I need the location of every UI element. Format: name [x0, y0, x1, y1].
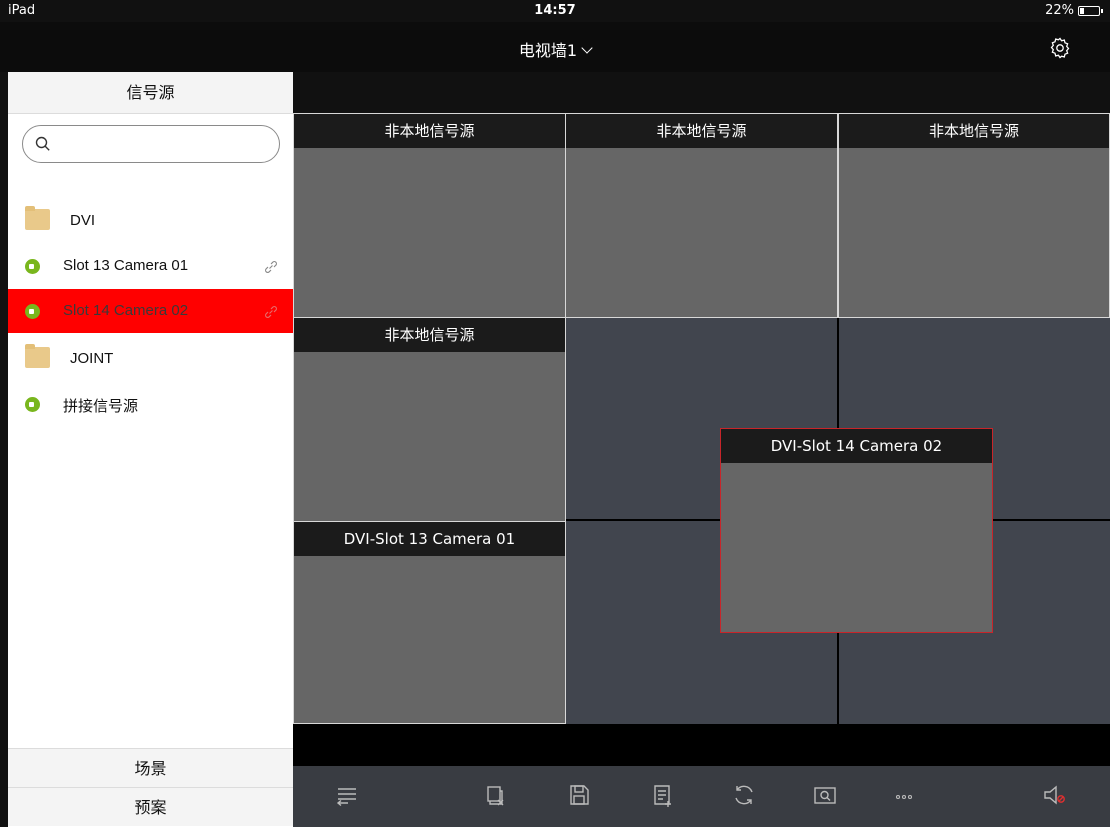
more-icon[interactable]	[890, 781, 918, 809]
bottom-toolbar	[293, 766, 1110, 827]
window-title: DVI-Slot 14 Camera 02	[721, 429, 992, 463]
tab-plans[interactable]: 预案	[8, 787, 293, 826]
camera-label: 拼接信号源	[63, 398, 139, 415]
wall-window[interactable]: 非本地信号源	[565, 113, 838, 318]
folder-label: DVI	[70, 212, 96, 229]
bottom-tabs: 场景 预案	[8, 748, 293, 826]
wall-window-active[interactable]: DVI-Slot 14 Camera 02	[720, 428, 993, 633]
camera-icon	[25, 259, 40, 274]
window-title: 非本地信号源	[294, 318, 565, 352]
camera-icon	[25, 304, 40, 319]
wall-selector[interactable]: 电视墙1	[0, 37, 1110, 61]
camera-joint-source[interactable]: 拼接信号源	[8, 382, 293, 426]
search-box[interactable]	[22, 125, 280, 163]
camera-label: Slot 14 Camera 02	[63, 302, 189, 319]
clock: 14:57	[534, 3, 576, 18]
wall-footer-band	[293, 724, 1110, 766]
wall-window[interactable]: DVI-Slot 13 Camera 01	[293, 521, 566, 724]
wall-window[interactable]: 非本地信号源	[293, 317, 566, 522]
folder-label: JOINT	[70, 350, 114, 367]
folder-joint[interactable]: JOINT	[8, 337, 293, 381]
save-icon[interactable]	[565, 781, 593, 809]
battery-icon	[1078, 5, 1103, 16]
tab-scenes[interactable]: 场景	[8, 748, 293, 787]
status-indicators: 22%	[1045, 3, 1103, 18]
add-plan-icon[interactable]	[648, 781, 676, 809]
status-bar: iPad 14:57 22%	[0, 0, 1110, 22]
chevron-down-icon	[581, 42, 593, 54]
folder-icon	[25, 206, 50, 230]
window-title: DVI-Slot 13 Camera 01	[294, 522, 565, 556]
search-icon	[35, 136, 50, 151]
window-title: 非本地信号源	[566, 114, 837, 148]
folder-dvi[interactable]: DVI	[8, 199, 293, 243]
nav-bar: 电视墙1	[0, 22, 1110, 72]
preview-icon[interactable]	[811, 781, 839, 809]
gear-icon[interactable]	[1048, 36, 1072, 60]
folder-icon	[25, 344, 50, 368]
refresh-icon[interactable]	[730, 781, 758, 809]
collapse-list-icon[interactable]	[333, 781, 361, 809]
battery-percent: 22%	[1045, 3, 1074, 18]
wall-title: 电视墙1	[518, 41, 578, 60]
signal-source-panel: 信号源 DVI Slot 13 Camera 01 Slot 14 Camera…	[8, 72, 293, 827]
camera-slot13[interactable]: Slot 13 Camera 01	[8, 244, 293, 288]
video-wall[interactable]: 非本地信号源 非本地信号源 非本地信号源 非本地信号源 DVI-Slot 13 …	[293, 113, 1110, 724]
link-icon	[265, 306, 277, 318]
wall-window[interactable]: 非本地信号源	[293, 113, 566, 318]
close-window-icon[interactable]	[481, 781, 509, 809]
mute-icon[interactable]	[1040, 781, 1068, 809]
wall-window[interactable]: 非本地信号源	[838, 113, 1110, 318]
search-input[interactable]	[55, 133, 270, 155]
tab-signal-source[interactable]: 信号源	[8, 72, 293, 114]
camera-icon	[25, 397, 40, 412]
link-icon	[265, 261, 277, 273]
window-title: 非本地信号源	[294, 114, 565, 148]
window-title: 非本地信号源	[839, 114, 1109, 148]
camera-slot14[interactable]: Slot 14 Camera 02	[8, 289, 293, 333]
camera-label: Slot 13 Camera 01	[63, 257, 189, 274]
